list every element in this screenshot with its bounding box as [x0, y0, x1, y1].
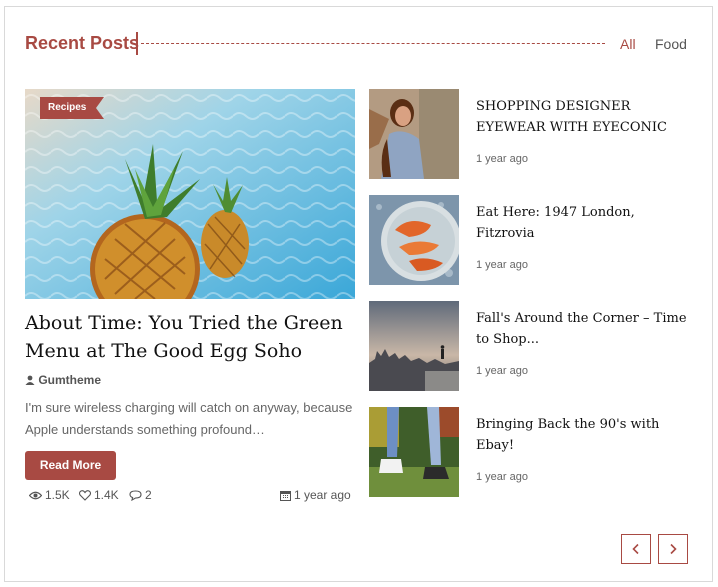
title-divider — [136, 32, 138, 55]
chevron-right-icon — [670, 543, 677, 555]
comment-icon — [129, 489, 142, 501]
featured-post-excerpt: I'm sure wireless charging will catch on… — [25, 400, 353, 437]
category-label: Recipes — [40, 97, 96, 119]
tab-all[interactable]: All — [620, 36, 636, 52]
comments-value: 2 — [145, 488, 152, 502]
post-date: 1 year ago — [280, 488, 351, 502]
user-icon — [25, 375, 35, 385]
widget-header: Recent Posts All Food — [25, 31, 690, 57]
list-item: Fall's Around the Corner – Time to Shop.… — [369, 301, 691, 391]
post-thumbnail[interactable] — [369, 89, 459, 179]
woman-eyewear-image — [369, 89, 459, 179]
likes-value: 1.4K — [94, 488, 119, 502]
badge-ribbon-tail — [96, 97, 104, 119]
post-date: 1 year ago — [476, 153, 528, 165]
title-dashed-line — [141, 43, 605, 44]
list-item: Eat Here: 1947 London, Fitzrovia 1 year … — [369, 195, 691, 285]
city-skyline-image — [369, 301, 459, 391]
post-thumbnail[interactable] — [369, 407, 459, 497]
chevron-left-icon — [632, 543, 639, 555]
post-date: 1 year ago — [476, 471, 528, 483]
views-value: 1.5K — [45, 488, 70, 502]
recent-posts-widget: Recent Posts All Food Recipes About Time… — [4, 6, 713, 582]
date-value: 1 year ago — [294, 488, 351, 502]
shrimp-plate-image — [369, 195, 459, 285]
calendar-icon — [280, 490, 291, 501]
pineapple-pool-image — [25, 89, 355, 299]
author-name: Gumtheme — [38, 373, 102, 387]
read-more-button[interactable]: Read More — [25, 451, 116, 480]
list-item: SHOPPING DESIGNER EYEWEAR WITH EYECONIC … — [369, 89, 691, 179]
post-author[interactable]: Gumtheme — [25, 373, 101, 387]
prev-button[interactable] — [621, 534, 651, 564]
tab-food[interactable]: Food — [655, 36, 687, 52]
like-count[interactable]: 1.4K — [79, 488, 119, 502]
post-title[interactable]: SHOPPING DESIGNER EYEWEAR WITH EYECONIC — [476, 96, 691, 138]
post-title[interactable]: Fall's Around the Corner – Time to Shop.… — [476, 308, 691, 350]
post-thumbnail[interactable] — [369, 195, 459, 285]
post-title[interactable]: Eat Here: 1947 London, Fitzrovia — [476, 202, 691, 244]
sneakers-image — [369, 407, 459, 497]
list-item: Bringing Back the 90's with Ebay! 1 year… — [369, 407, 691, 497]
eye-icon — [29, 491, 42, 499]
post-date: 1 year ago — [476, 365, 528, 377]
featured-post-image[interactable]: Recipes — [25, 89, 355, 299]
post-date: 1 year ago — [476, 259, 528, 271]
heart-icon — [79, 489, 91, 501]
category-badge[interactable]: Recipes — [40, 97, 104, 119]
view-count: 1.5K — [29, 488, 70, 502]
post-thumbnail[interactable] — [369, 301, 459, 391]
featured-post-title[interactable]: About Time: You Tried the Green Menu at … — [25, 309, 355, 365]
comment-count[interactable]: 2 — [129, 488, 152, 502]
next-button[interactable] — [658, 534, 688, 564]
widget-title: Recent Posts — [25, 33, 140, 53]
post-title[interactable]: Bringing Back the 90's with Ebay! — [476, 414, 691, 456]
